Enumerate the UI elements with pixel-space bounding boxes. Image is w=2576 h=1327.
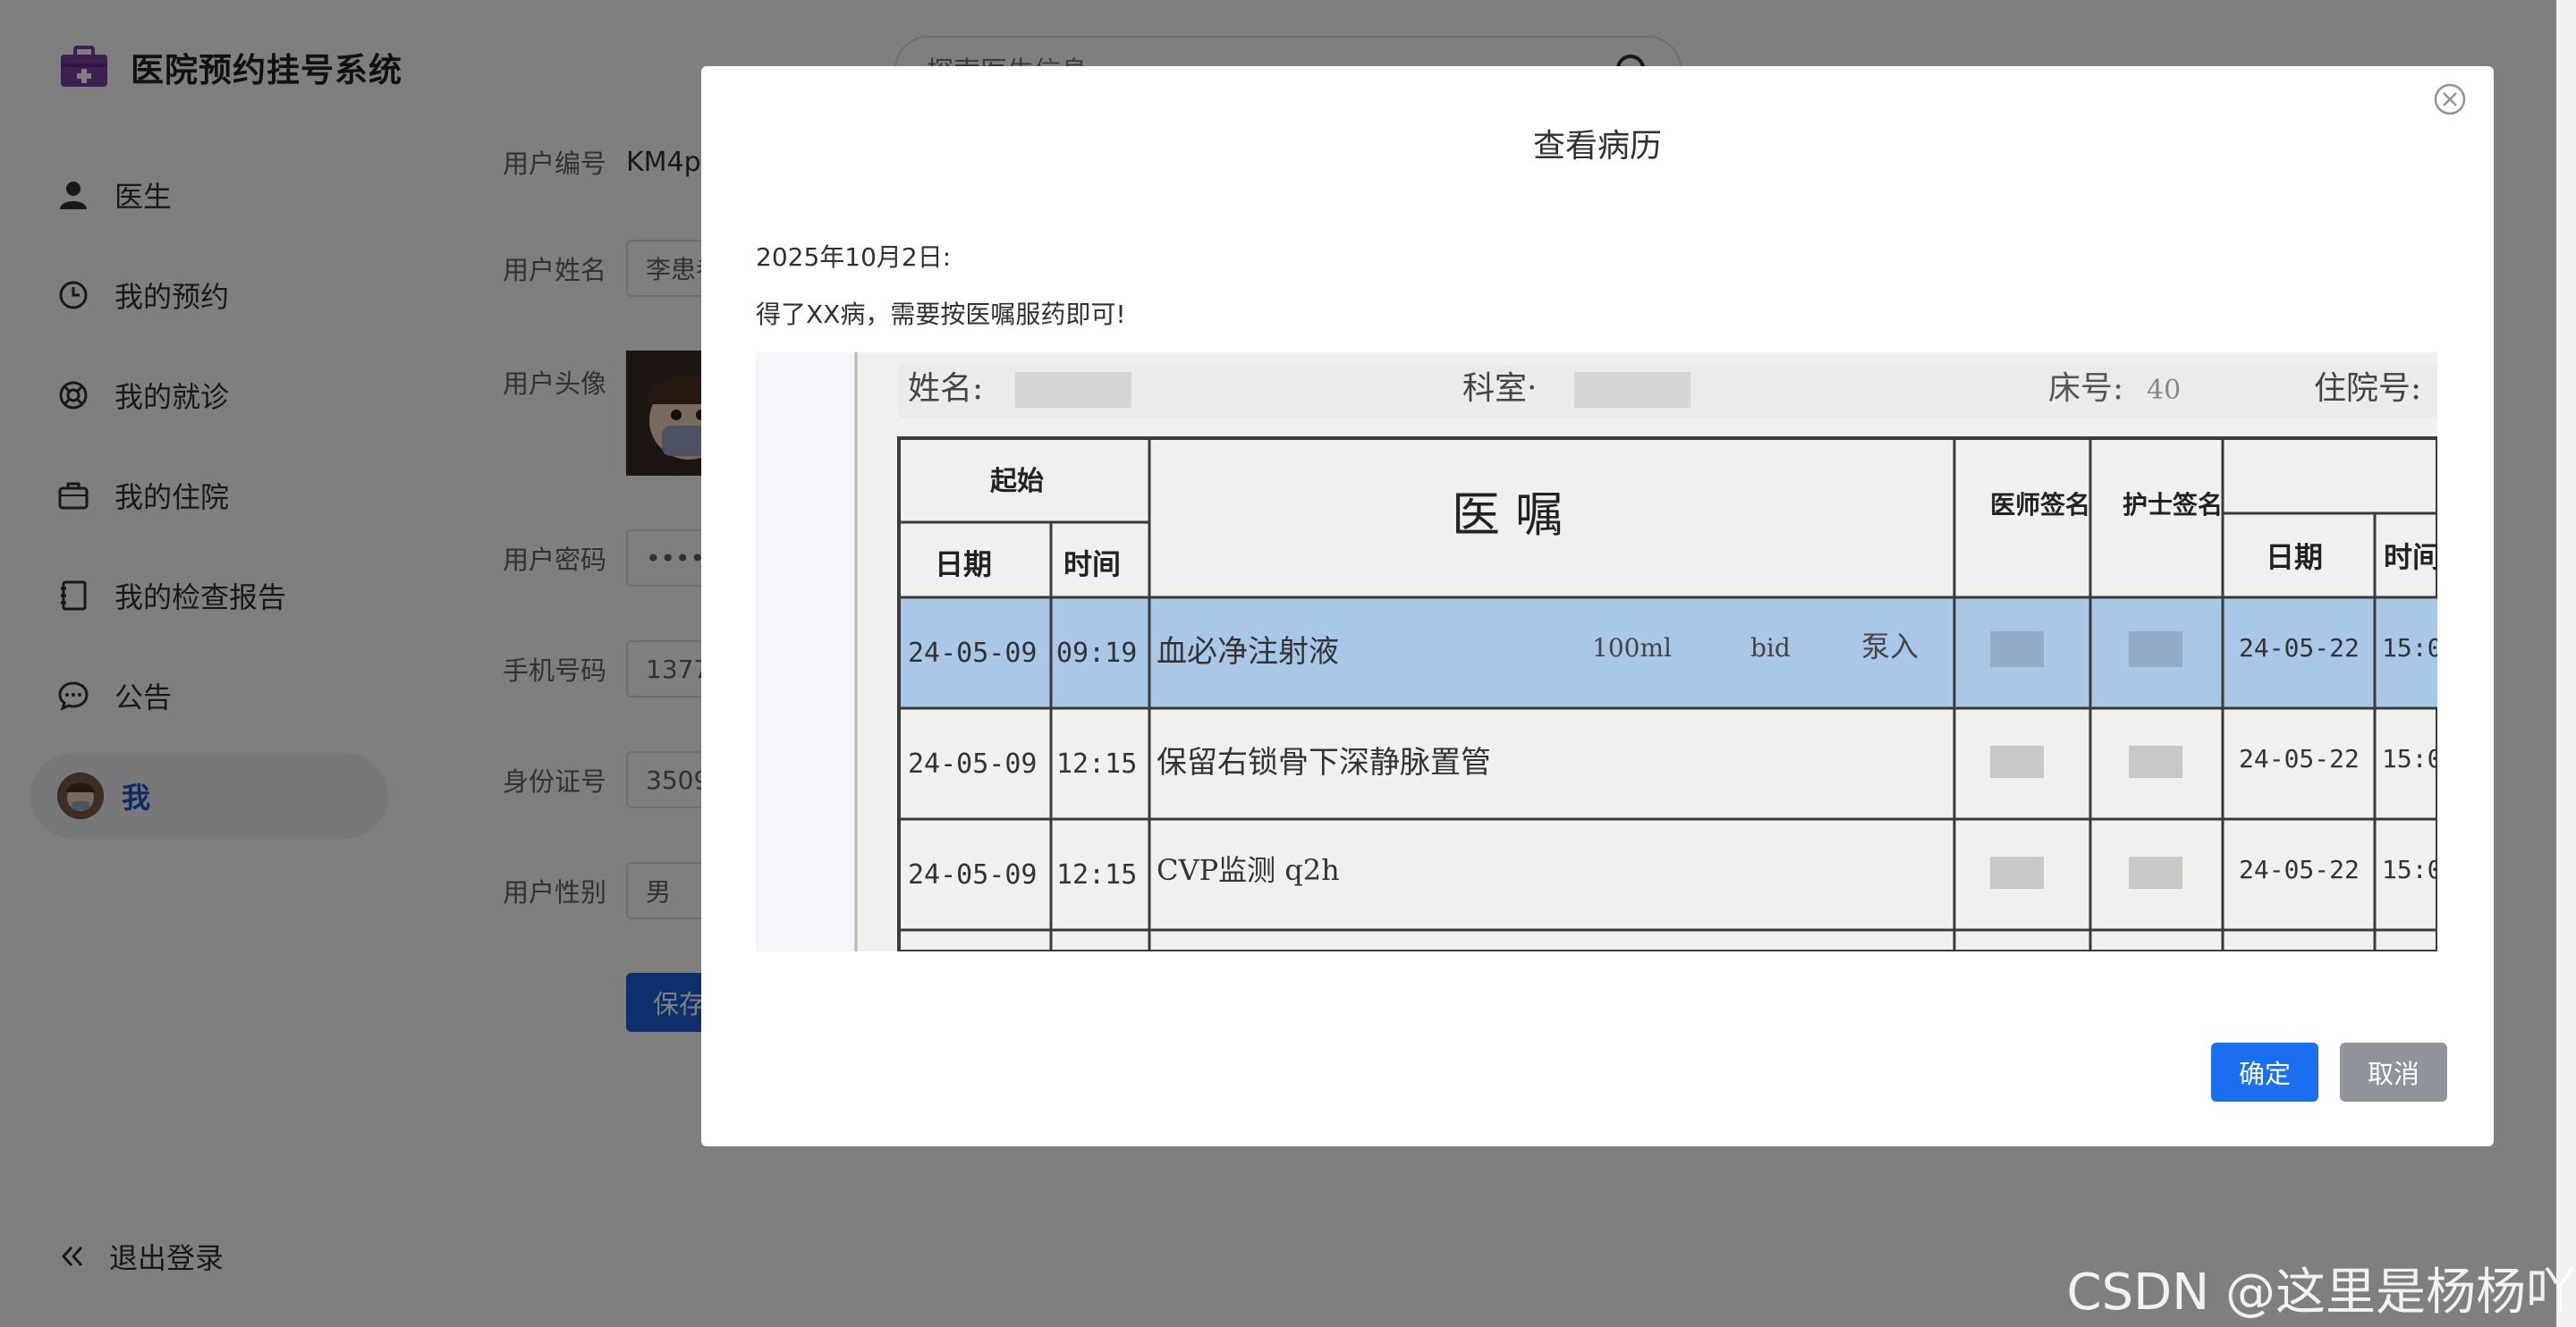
page-scrollbar[interactable] <box>2556 0 2576 1327</box>
sheet-name-label: 姓名: <box>908 370 983 407</box>
col-end-date: 日期 <box>2266 540 2323 574</box>
sheet-bed-value: 40 <box>2147 375 2181 406</box>
row-freq: bid <box>1750 633 1791 663</box>
blurred-name <box>1015 372 1131 408</box>
row-time: 12:15 <box>1056 859 1137 891</box>
col-time: 时间 <box>1063 547 1121 581</box>
col-orders: 医 嘱 <box>1452 486 1563 543</box>
row-end-date: 24-05-22 <box>2239 855 2360 884</box>
row-end-time: 15:0 <box>2382 855 2437 884</box>
blurred-doctor-sign <box>1990 857 2044 889</box>
dialog-title: 查看病历 <box>1532 128 1662 165</box>
row-end-date: 24-05-22 <box>2239 744 2360 773</box>
row-date: 24-05-09 <box>908 638 1038 669</box>
close-icon[interactable] <box>2433 82 2467 116</box>
cancel-button[interactable]: 取消 <box>2340 1043 2447 1102</box>
row-date: 24-05-09 <box>908 748 1038 780</box>
col-nurse-sign: 护士签名 <box>2123 490 2223 520</box>
record-text: 得了XX病，需要按医嘱服药即可! <box>756 300 1126 329</box>
sheet-dept-label: 科室· <box>1462 370 1537 407</box>
view-record-dialog: 查看病历 2025年10月2日: 得了XX病，需要按医嘱服药即可! 姓名: 科室… <box>701 66 2494 1146</box>
row-end-date: 24-05-22 <box>2239 633 2360 663</box>
col-doctor-sign: 医师签名 <box>1990 490 2090 520</box>
row-order: CVP监测 q2h <box>1157 853 1340 887</box>
blurred-dept <box>1574 372 1690 408</box>
row-end-time: 15:0 <box>2382 633 2437 663</box>
col-end-time: 时间 <box>2384 540 2437 574</box>
col-start: 起始 <box>990 466 1044 497</box>
row-dose: 100ml <box>1592 633 1672 663</box>
medical-record-photo: 姓名: 科室· 床号: 40 住院号: 起始 日期 时间 医 嘱 医师签名 护士… <box>756 352 2437 951</box>
row-order: 保留右锁骨下深静脉置管 <box>1157 745 1491 781</box>
blurred-doctor-sign <box>1990 631 2044 667</box>
row-route: 泵入 <box>1861 630 1919 664</box>
col-date: 日期 <box>935 547 992 581</box>
row-order: 血必净注射液 <box>1157 634 1339 670</box>
blurred-nurse-sign <box>2129 746 2182 778</box>
row-time: 09:19 <box>1056 638 1137 669</box>
record-sheet-image: 姓名: 科室· 床号: 40 住院号: 起始 日期 时间 医 嘱 医师签名 护士… <box>756 352 2437 951</box>
row-date: 24-05-09 <box>908 859 1038 891</box>
blurred-nurse-sign <box>2129 631 2182 667</box>
row-end-time: 15:0 <box>2382 744 2437 773</box>
blurred-doctor-sign <box>1990 746 2044 778</box>
row-time: 12:15 <box>1056 748 1137 780</box>
sheet-inpatient-label: 住院号: <box>2314 370 2421 407</box>
watermark: CSDN @这里是杨杨吖 <box>2066 1264 2576 1322</box>
record-date: 2025年10月2日: <box>756 242 952 272</box>
confirm-button[interactable]: 确定 <box>2211 1043 2318 1102</box>
sheet-bed-label: 床号: <box>2048 370 2123 407</box>
blurred-nurse-sign <box>2129 857 2182 889</box>
